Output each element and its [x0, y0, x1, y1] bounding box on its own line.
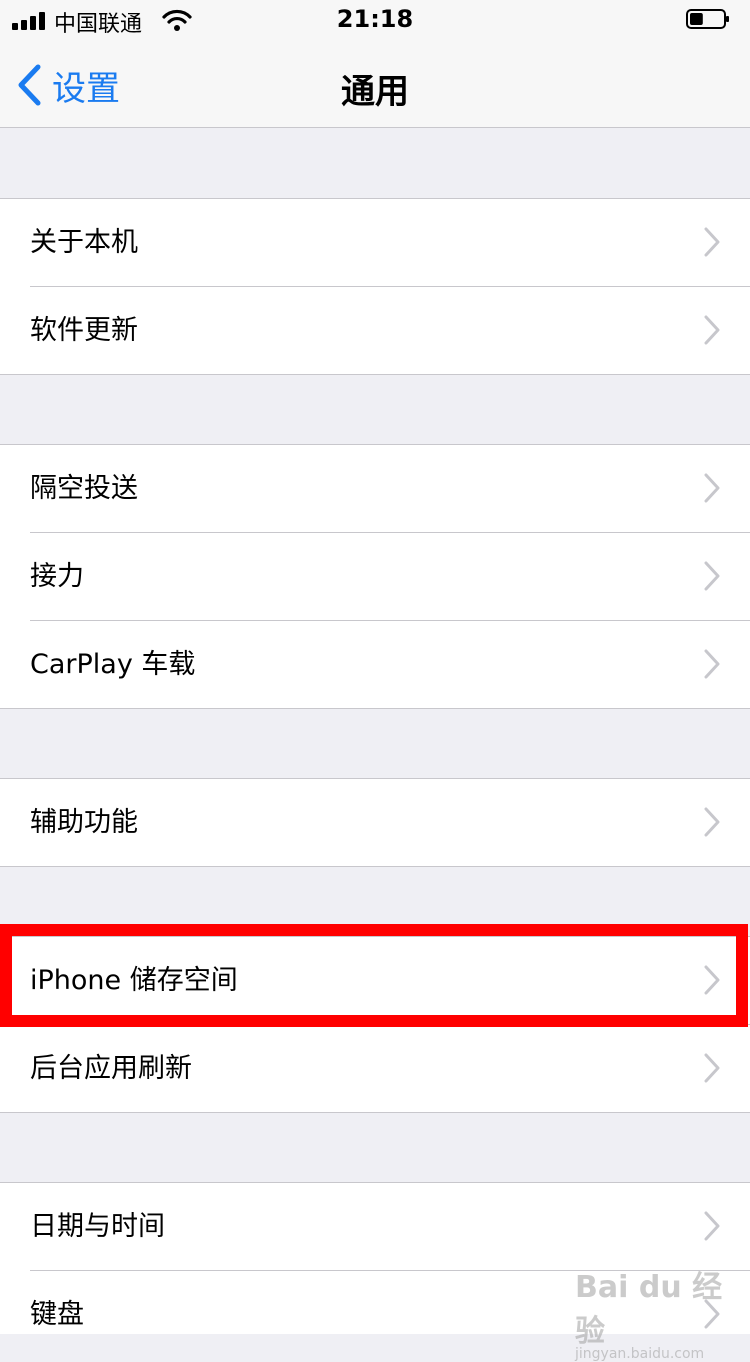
row-software-update[interactable]: 软件更新: [30, 286, 750, 374]
page-title: 通用: [341, 72, 409, 112]
row-carplay[interactable]: CarPlay 车载: [30, 620, 750, 708]
battery-icon: [686, 9, 729, 29]
navigation-bar: 设置 通用: [0, 40, 750, 128]
row-label: 软件更新: [30, 315, 138, 346]
chevron-right-icon: [704, 315, 720, 345]
chevron-right-icon: [704, 807, 720, 837]
row-label: 隔空投送: [30, 473, 138, 504]
chevron-right-icon: [704, 649, 720, 679]
row-iphone-storage[interactable]: iPhone 储存空间: [0, 937, 750, 1024]
chevron-right-icon: [704, 1211, 720, 1241]
row-background-app-refresh[interactable]: 后台应用刷新: [30, 1024, 750, 1112]
row-label: 关于本机: [30, 227, 138, 258]
row-label: 键盘: [30, 1299, 84, 1330]
chevron-right-icon: [704, 965, 720, 995]
chevron-right-icon: [704, 1053, 720, 1083]
watermark-url: jingyan.baidu.com: [575, 1346, 705, 1362]
status-bar: 中国联通 21:18: [0, 0, 750, 40]
row-about[interactable]: 关于本机: [0, 199, 750, 286]
row-label: 接力: [30, 561, 84, 592]
row-label: 辅助功能: [30, 807, 138, 838]
row-handoff[interactable]: 接力: [30, 532, 750, 620]
settings-group-4: iPhone 储存空间 后台应用刷新: [0, 936, 750, 1113]
settings-group-2: 隔空投送 接力 CarPlay 车载: [0, 444, 750, 709]
chevron-right-icon: [704, 473, 720, 503]
row-label: 后台应用刷新: [30, 1053, 192, 1084]
watermark-brand: Bai du 经验: [575, 1270, 723, 1349]
chevron-right-icon: [704, 561, 720, 591]
chevron-right-icon: [704, 227, 720, 257]
row-accessibility[interactable]: 辅助功能: [0, 779, 750, 866]
row-airdrop[interactable]: 隔空投送: [0, 445, 750, 532]
baidu-watermark: Bai du 经验 jingyan.baidu.com: [575, 1262, 745, 1362]
status-time: 21:18: [336, 5, 414, 33]
settings-group-1: 关于本机 软件更新: [0, 198, 750, 375]
settings-group-3: 辅助功能: [0, 778, 750, 867]
row-date-time[interactable]: 日期与时间: [0, 1183, 750, 1270]
row-label: CarPlay 车载: [30, 649, 196, 680]
row-label: 日期与时间: [30, 1211, 165, 1242]
row-label: iPhone 储存空间: [30, 965, 238, 996]
